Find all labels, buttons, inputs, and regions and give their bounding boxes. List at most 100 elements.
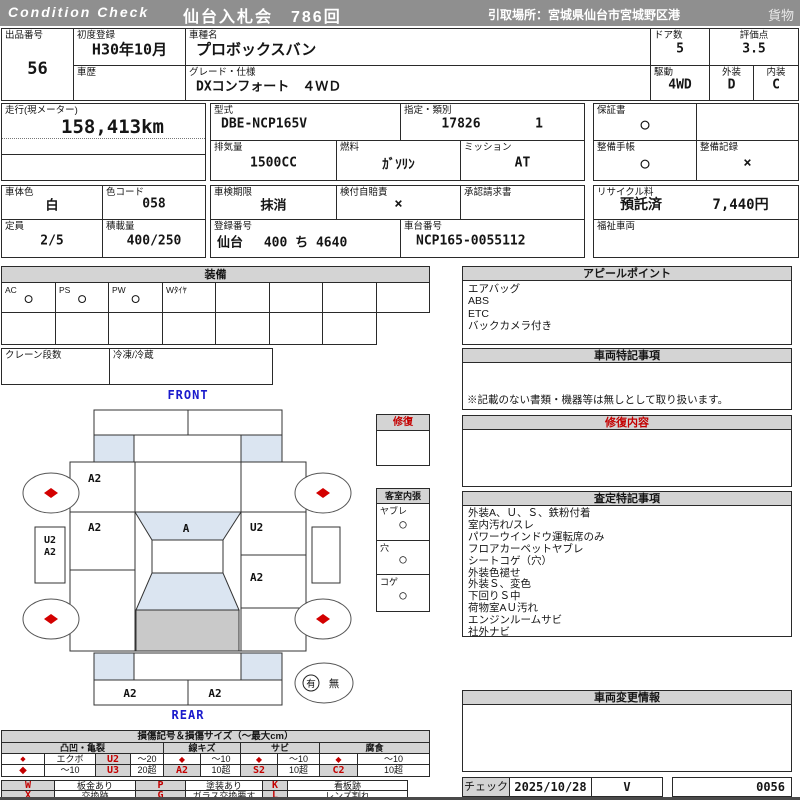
legend-code-c2: C2 — [319, 764, 358, 777]
inspection-cell: 車検期限 抹消 — [210, 185, 337, 220]
model-code-value: DBE-NCP165V — [221, 116, 308, 132]
assessment-item: 社外ナビ — [468, 626, 510, 637]
check-number-cell: 0056 — [672, 777, 792, 797]
left-step-mark-top: U2 — [44, 535, 56, 546]
color-code-value: 058 — [142, 196, 166, 212]
assessment-box: 外装А、Ｕ、Ｓ、鉄粉付着 室内汚れ/スレ パワーウインドウ運転席のみ フロアカー… — [462, 505, 792, 637]
class-label: 指定・類別 — [404, 105, 452, 116]
equipment-cell-empty — [162, 312, 216, 345]
rear-corner-left — [93, 652, 135, 681]
equipment-cell-wtire: Wﾀｲﾔ — [162, 282, 216, 313]
maintenance-record-label: 整備記録 — [700, 142, 739, 153]
fuel-label: 燃料 — [340, 142, 360, 153]
rear-bumper-left-mark: A2 — [123, 687, 136, 700]
check-date: 2025/10/28 — [514, 780, 587, 794]
history-cell: 車歴 — [73, 65, 186, 101]
welfare-vehicle-label: 福祉車両 — [597, 221, 636, 232]
mileage-label: 走行(現メーター) — [5, 105, 78, 116]
load-capacity-label: 積載量 — [106, 221, 135, 232]
check-label: チェック — [462, 777, 510, 797]
equipment-cell-empty — [269, 282, 323, 313]
drive-cell: 駆動 4WD — [650, 65, 710, 101]
interior-grade-cell: 内装 C — [753, 65, 799, 101]
equipment-cell-empty — [215, 282, 270, 313]
capacity-value: 2/5 — [40, 233, 64, 249]
welfare-vehicle-cell: 福祉車両 — [593, 219, 799, 258]
appeal-item: エアバッグ — [468, 283, 521, 295]
mileage-divider-solid — [2, 154, 205, 155]
rear-panel — [133, 652, 242, 681]
fridge-label: 冷凍/冷蔵 — [113, 350, 154, 361]
warranty-cell: 保証書 ○ — [593, 103, 697, 141]
capacity-cell: 定員 2/5 — [1, 219, 103, 258]
lot-number-label: 出品番号 — [5, 30, 44, 41]
grade-cell: グレード・仕様 DXコンフォート ４ＷＤ — [185, 65, 651, 101]
chassis-number-cell: 車台番号 NCP165-0055112 — [400, 219, 585, 258]
maintenance-book-label: 整備手帳 — [597, 142, 636, 153]
maintenance-book-value: ○ — [640, 153, 650, 172]
equipment-cell-empty — [376, 282, 430, 313]
fridge-cell: 冷凍/冷蔵 — [109, 348, 273, 385]
displacement-label: 排気量 — [214, 142, 243, 153]
load-capacity-value: 400/250 — [126, 233, 182, 249]
legend-cell: 10超 — [277, 764, 320, 777]
first-registration-value: H30年10月 — [91, 40, 168, 59]
assessment-item: シートコゲ（穴） — [468, 554, 552, 567]
auction-title: 仙台入札会 786回 — [183, 9, 342, 26]
check-date-cell: 2025/10/28 — [509, 777, 592, 797]
insurance-value: × — [394, 196, 403, 213]
right-step — [311, 526, 341, 584]
appeal-box: エアバッグ ABS ETC バックカメラ付き — [462, 280, 792, 345]
repair-info-box — [462, 429, 792, 487]
legend-cell: 10超 — [357, 764, 430, 777]
equipment-cell-empty — [1, 312, 56, 345]
equipment-cell-empty — [215, 312, 270, 345]
maintenance-record-value: × — [743, 154, 752, 171]
empty-cell — [696, 103, 799, 141]
legend-code-a2: A2 — [163, 764, 201, 777]
interior-grade-value: C — [772, 77, 780, 93]
appeal-header: アピールポイント — [462, 266, 792, 281]
mileage-cell: 走行(現メーター) 158,413km — [1, 103, 206, 181]
pickup-location: 引取場所：宮城県仙台市宮城野区港 — [488, 8, 681, 22]
approval-label: 承認請求書 — [464, 187, 512, 198]
fuel-value: ｶﾞｿﾘﾝ — [382, 157, 415, 173]
lot-number-value: 56 — [27, 58, 48, 79]
displacement-cell: 排気量 1500CC — [210, 140, 337, 181]
lot-number-cell: 出品番号 56 — [1, 28, 74, 101]
equipment-cell-empty — [322, 282, 377, 313]
inspection-value: 抹消 — [260, 198, 287, 214]
auction-sheet: Condition Check 仙台入札会 786回 引取場所：宮城県仙台市宮城… — [0, 0, 800, 800]
recycle-status: 預託済 — [620, 197, 662, 214]
check-mark-cell: V — [591, 777, 663, 797]
equipment-cell-ps: PS ○ — [55, 282, 109, 313]
presence-yes: 有 — [306, 678, 316, 690]
approval-cell: 承認請求書 — [460, 185, 585, 220]
transmission-label: ミッション — [464, 142, 512, 153]
mileage-divider-dotted — [2, 138, 205, 139]
assessment-header: 査定特記事項 — [462, 491, 792, 506]
class-cell: 指定・類別 17826 1 — [400, 103, 585, 141]
capacity-label: 定員 — [5, 221, 25, 232]
front-panel — [133, 434, 242, 463]
left-fender-mark: A2 — [88, 472, 101, 485]
check-mark: V — [623, 780, 631, 794]
right-door-mark: U2 — [250, 521, 263, 534]
appeal-item: ABS — [468, 295, 490, 308]
presence-no: 無 — [329, 677, 340, 690]
assessment-item: エンジンルームサビ — [468, 614, 563, 627]
legend-cell: ～10 — [44, 764, 96, 777]
model-code-cell: 型式 DBE-NCP165V — [210, 103, 401, 141]
model-code-label: 型式 — [214, 105, 234, 116]
mileage-value: 158,413km — [61, 116, 164, 138]
assessment-item: フロアカーペットヤブレ — [468, 542, 584, 555]
interior-grade-label: 内装 — [766, 67, 786, 78]
title-bar: Condition Check 仙台入札会 786回 引取場所：宮城県仙台市宮城… — [0, 0, 800, 26]
front-label: FRONT — [167, 388, 208, 402]
left-door-mark: A2 — [88, 521, 101, 534]
brand-logo: Condition Check — [8, 4, 150, 20]
grade-value: DXコンフォート ４ＷＤ — [196, 79, 342, 95]
equipment-cell-pw: PW ○ — [108, 282, 163, 313]
color-code-cell: 色コード 058 — [102, 185, 206, 220]
first-registration-cell: 初度登録 H30年10月 — [73, 28, 186, 66]
